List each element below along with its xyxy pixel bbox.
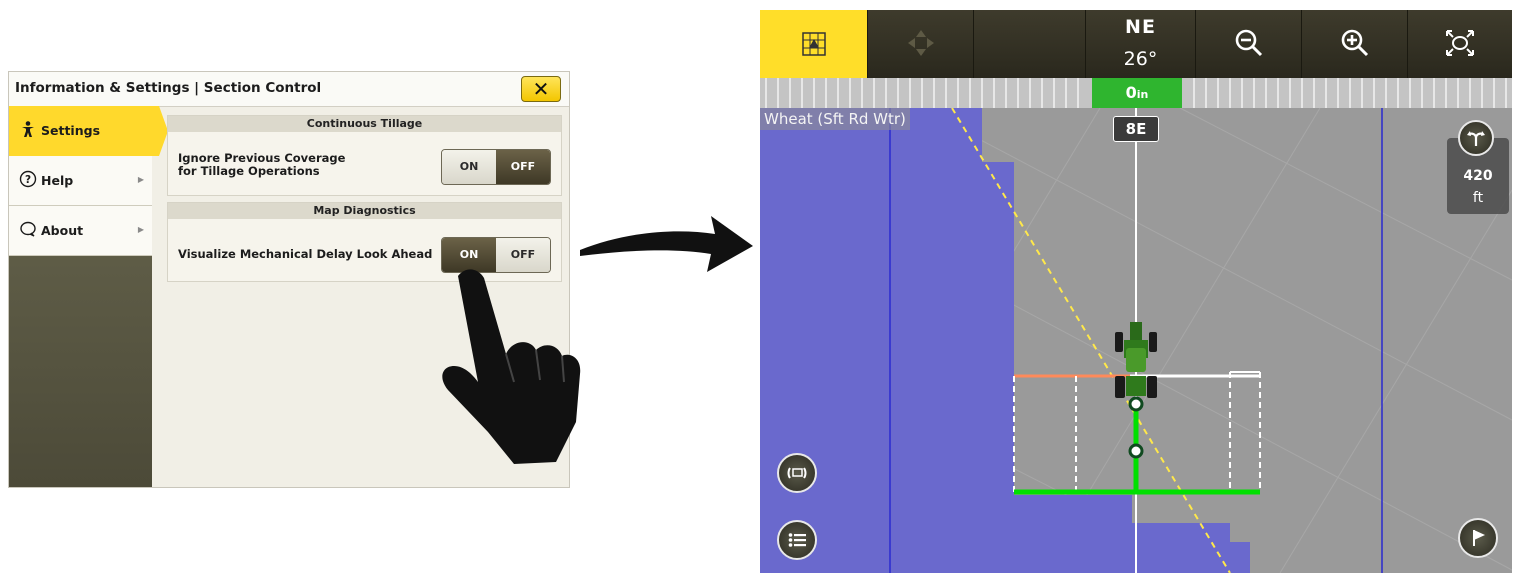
zoom-out-button[interactable] bbox=[1196, 10, 1302, 78]
track-number-label: 8E bbox=[1113, 116, 1159, 142]
toggle-off-option[interactable]: OFF bbox=[496, 150, 550, 184]
list-icon bbox=[788, 533, 806, 547]
heading-direction: NE bbox=[1125, 16, 1156, 38]
heading-degrees: 26° bbox=[1123, 48, 1158, 70]
distance-value: 420 bbox=[1463, 168, 1493, 184]
visualize-delay-label: Visualize Mechanical Delay Look Ahead bbox=[178, 247, 433, 261]
settings-person-icon bbox=[22, 121, 34, 137]
toolbar-blank bbox=[974, 10, 1086, 78]
distance-unit: ft bbox=[1472, 190, 1484, 206]
continuous-tillage-section: Continuous Tillage Ignore Previous Cover… bbox=[167, 115, 562, 196]
chevron-right-icon: ▶ bbox=[137, 225, 144, 234]
map-toolbar: NE 26° bbox=[760, 10, 1512, 78]
turn-button[interactable] bbox=[1458, 120, 1494, 156]
crop-label: Wheat (Sft Rd Wtr) bbox=[760, 108, 910, 130]
sidebar-item-about[interactable]: About ▶ bbox=[9, 206, 152, 256]
about-chat-icon bbox=[20, 221, 36, 237]
menu-list-button[interactable] bbox=[777, 520, 817, 560]
section-title: Continuous Tillage bbox=[168, 116, 561, 132]
sidebar-item-help[interactable]: ? Help ▶ bbox=[9, 156, 152, 206]
panel-title: Information & Settings | Section Control bbox=[15, 80, 322, 96]
toggle-on-option[interactable]: ON bbox=[442, 150, 496, 184]
section-title: Map Diagnostics bbox=[168, 203, 561, 219]
sidebar-item-label: About bbox=[41, 223, 84, 238]
sidebar-item-label: Help bbox=[41, 173, 74, 188]
panel-header: Information & Settings | Section Control… bbox=[9, 72, 569, 107]
offset-unit: in bbox=[1136, 88, 1149, 101]
flag-icon bbox=[1473, 530, 1485, 546]
chevron-right-icon: ▶ bbox=[137, 175, 144, 184]
map-view-button[interactable] bbox=[760, 10, 868, 78]
fit-extents-button[interactable] bbox=[1408, 10, 1512, 78]
map-view-icon bbox=[802, 32, 826, 56]
fork-turn-icon bbox=[1467, 131, 1485, 146]
sidebar: Settings ? Help ▶ About ▶ bbox=[9, 106, 168, 487]
zoom-out-icon bbox=[1235, 29, 1263, 57]
guidance-map-screen: NE 26° 0in Wheat (Sft Rd Wtr) 8E 420 ft bbox=[760, 10, 1512, 573]
label-line-2: for Tillage Operations bbox=[178, 164, 320, 178]
sidebar-item-label: Settings bbox=[41, 123, 101, 138]
svg-text:?: ? bbox=[25, 174, 31, 186]
heading-indicator: NE 26° bbox=[1086, 10, 1196, 78]
ignore-coverage-label: Ignore Previous Coverage for Tillage Ope… bbox=[178, 152, 345, 178]
flag-button[interactable] bbox=[1458, 518, 1498, 558]
rotate-map-icon bbox=[787, 467, 807, 479]
fit-extents-icon bbox=[1446, 30, 1474, 56]
help-circle-icon: ? bbox=[19, 170, 37, 188]
zoom-in-button[interactable] bbox=[1302, 10, 1408, 78]
pan-button[interactable] bbox=[868, 10, 974, 78]
rotate-view-button[interactable] bbox=[777, 453, 817, 493]
sidebar-item-settings[interactable]: Settings bbox=[9, 106, 168, 156]
pan-icon bbox=[908, 30, 934, 56]
offset-value: 0 bbox=[1125, 83, 1137, 102]
close-x-icon: ✕ bbox=[532, 77, 550, 101]
pointing-hand-icon bbox=[442, 269, 581, 464]
curved-arrow-icon bbox=[580, 216, 753, 272]
close-button[interactable]: ✕ bbox=[521, 76, 561, 102]
zoom-in-icon bbox=[1341, 29, 1369, 57]
track-offset-indicator: 0in bbox=[1092, 78, 1182, 108]
ignore-coverage-toggle[interactable]: ON OFF bbox=[441, 149, 551, 185]
